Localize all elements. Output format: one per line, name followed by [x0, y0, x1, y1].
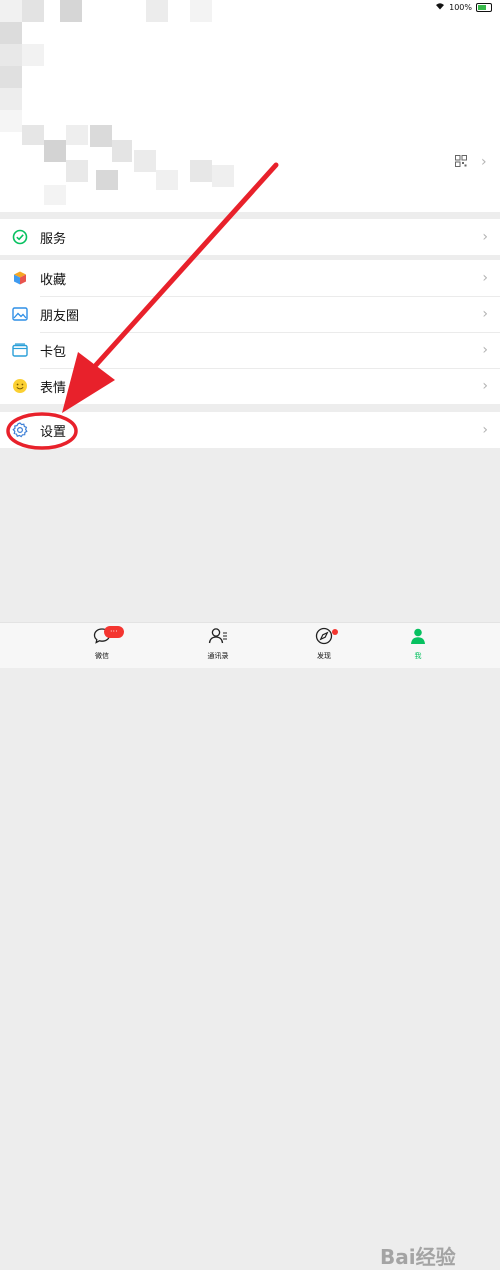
chevron-right-icon: ›	[482, 378, 488, 394]
menu-label-stickers: 表情	[40, 380, 67, 396]
chevron-right-icon: ›	[482, 270, 488, 286]
compass-icon	[315, 627, 333, 649]
menu-label-settings: 设置	[40, 424, 67, 440]
chevron-right-icon: ›	[481, 153, 487, 170]
wifi-icon	[435, 2, 445, 12]
profile-header[interactable]: 100% ›	[0, 0, 500, 212]
main-menu-group: 收藏 › 朋友圈 › 卡包 › 表情 ›	[0, 260, 500, 404]
menu-item-moments[interactable]: 朋友圈 ›	[0, 296, 500, 332]
gear-icon	[11, 421, 29, 439]
menu-label-card-package: 卡包	[40, 344, 67, 360]
tab-label-discover: 发现	[317, 652, 331, 660]
new-dot-badge	[332, 629, 338, 635]
menu-item-stickers[interactable]: 表情 ›	[0, 368, 500, 404]
tab-contacts[interactable]: 通讯录	[188, 627, 248, 661]
battery-percentage: 100%	[449, 2, 472, 12]
chevron-right-icon: ›	[482, 229, 488, 245]
menu-item-favorites[interactable]: 收藏 ›	[0, 260, 500, 296]
tab-discover[interactable]: 发现	[294, 627, 354, 661]
menu-label-moments: 朋友圈	[40, 308, 80, 324]
baidu-jingyan-watermark: Bai经验	[380, 1245, 456, 1269]
chevron-right-icon: ›	[482, 342, 488, 358]
settings-group: 设置 ›	[0, 412, 500, 448]
chevron-right-icon: ›	[482, 422, 488, 438]
qr-code-entry[interactable]: ›	[455, 152, 487, 171]
battery-icon	[476, 2, 492, 12]
person-icon	[409, 627, 427, 649]
unread-badge: ···	[104, 626, 124, 638]
tab-label-contacts: 通讯录	[207, 652, 229, 660]
favorites-cube-icon	[11, 269, 29, 287]
bottom-tab-bar: ··· 微信 通讯录 发现 我 Bai经验	[0, 622, 500, 1269]
services-group: 服务 ›	[0, 219, 500, 255]
menu-item-card-package[interactable]: 卡包 ›	[0, 332, 500, 368]
menu-item-settings[interactable]: 设置 ›	[0, 412, 500, 448]
qr-code-icon	[455, 152, 467, 171]
menu-item-services[interactable]: 服务 ›	[0, 219, 500, 255]
moments-image-icon	[11, 305, 29, 323]
wallet-card-icon	[11, 341, 29, 359]
tab-label-me: 我	[414, 652, 422, 660]
menu-label-services: 服务	[40, 231, 67, 247]
smiley-icon	[11, 377, 29, 395]
services-icon	[11, 228, 29, 246]
status-bar: 100%	[435, 0, 492, 14]
chevron-right-icon: ›	[482, 306, 488, 322]
tab-label-chats: 微信	[95, 652, 109, 660]
menu-label-favorites: 收藏	[40, 272, 67, 288]
tab-me[interactable]: 我	[388, 627, 448, 661]
contacts-icon	[208, 627, 228, 649]
tab-chats[interactable]: ··· 微信	[72, 626, 132, 661]
